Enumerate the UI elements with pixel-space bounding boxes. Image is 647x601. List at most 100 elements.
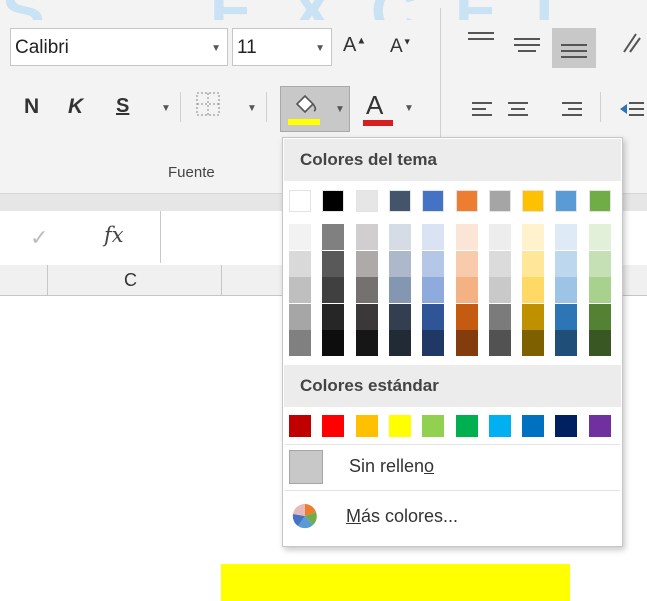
decrease-indent-icon[interactable] bbox=[618, 100, 644, 120]
theme-color-swatch[interactable] bbox=[488, 190, 511, 212]
standard-color-swatch[interactable] bbox=[388, 415, 411, 437]
theme-color-swatch[interactable] bbox=[422, 190, 445, 212]
theme-color-swatch[interactable] bbox=[322, 190, 345, 212]
underline-dropdown-icon[interactable]: ▼ bbox=[161, 103, 171, 114]
theme-shade-swatch[interactable] bbox=[422, 224, 445, 250]
align-bottom-button[interactable] bbox=[552, 28, 596, 68]
filled-cell-range[interactable] bbox=[221, 564, 570, 601]
fill-color-dropdown-icon[interactable]: ▼ bbox=[335, 104, 345, 115]
theme-shade-swatch[interactable] bbox=[289, 277, 311, 303]
theme-shade-swatch[interactable] bbox=[355, 277, 378, 303]
theme-shade-swatch[interactable] bbox=[388, 330, 411, 356]
theme-shade-swatch[interactable] bbox=[422, 330, 445, 356]
theme-shade-swatch[interactable] bbox=[588, 330, 611, 356]
theme-shade-swatch[interactable] bbox=[322, 330, 345, 356]
theme-shade-swatch[interactable] bbox=[422, 277, 445, 303]
align-left-icon[interactable] bbox=[472, 101, 494, 119]
theme-shade-swatch[interactable] bbox=[488, 303, 511, 330]
standard-color-swatch[interactable] bbox=[522, 415, 545, 437]
theme-color-swatch[interactable] bbox=[555, 190, 578, 212]
standard-color-swatch[interactable] bbox=[355, 415, 378, 437]
theme-color-swatch[interactable] bbox=[455, 190, 478, 212]
more-colors-menu-item[interactable]: Más colores... bbox=[284, 494, 621, 538]
standard-color-swatch[interactable] bbox=[488, 415, 511, 437]
theme-shade-swatch[interactable] bbox=[522, 303, 545, 330]
theme-shade-swatch[interactable] bbox=[355, 250, 378, 277]
theme-shade-swatch[interactable] bbox=[522, 277, 545, 303]
font-color-dropdown-icon[interactable]: ▼ bbox=[404, 103, 414, 114]
theme-color-swatch[interactable] bbox=[355, 190, 378, 212]
theme-shade-swatch[interactable] bbox=[455, 330, 478, 356]
standard-color-swatch[interactable] bbox=[289, 415, 311, 437]
underline-button[interactable]: S bbox=[116, 95, 129, 118]
chevron-down-icon[interactable]: ▼ bbox=[211, 43, 221, 54]
theme-shade-swatch[interactable] bbox=[322, 250, 345, 277]
theme-shade-swatch[interactable] bbox=[555, 224, 578, 250]
bold-button[interactable]: N bbox=[24, 95, 39, 119]
no-fill-menu-item[interactable]: Sin relleno bbox=[284, 446, 621, 488]
theme-shade-swatch[interactable] bbox=[289, 224, 311, 250]
theme-shade-swatch[interactable] bbox=[455, 250, 478, 277]
theme-shade-swatch[interactable] bbox=[289, 303, 311, 330]
theme-shade-swatch[interactable] bbox=[522, 330, 545, 356]
font-name-combo[interactable]: Calibri ▼ bbox=[10, 28, 228, 66]
theme-color-swatch[interactable] bbox=[289, 190, 311, 212]
standard-color-swatch[interactable] bbox=[588, 415, 611, 437]
theme-shade-swatch[interactable] bbox=[588, 303, 611, 330]
theme-shade-swatch[interactable] bbox=[455, 224, 478, 250]
theme-shade-swatch[interactable] bbox=[422, 303, 445, 330]
theme-shade-swatch[interactable] bbox=[555, 330, 578, 356]
borders-button[interactable] bbox=[196, 92, 220, 116]
fill-color-button[interactable]: ▼ bbox=[280, 86, 350, 132]
theme-shade-swatch[interactable] bbox=[355, 224, 378, 250]
align-right-icon[interactable] bbox=[562, 101, 584, 119]
font-size-combo[interactable]: 11 ▼ bbox=[232, 28, 332, 66]
chevron-down-icon[interactable]: ▼ bbox=[315, 43, 325, 54]
font-color-button[interactable]: A bbox=[362, 90, 398, 128]
theme-shade-swatch[interactable] bbox=[322, 277, 345, 303]
align-middle-icon[interactable] bbox=[514, 36, 540, 58]
theme-shade-swatch[interactable] bbox=[289, 330, 311, 356]
theme-shade-swatch[interactable] bbox=[322, 224, 345, 250]
theme-shade-swatch[interactable] bbox=[588, 224, 611, 250]
theme-shade-swatch[interactable] bbox=[555, 277, 578, 303]
theme-shade-swatch[interactable] bbox=[322, 303, 345, 330]
theme-color-swatch[interactable] bbox=[388, 190, 411, 212]
theme-shade-swatch[interactable] bbox=[488, 330, 511, 356]
theme-shade-swatch[interactable] bbox=[388, 224, 411, 250]
align-top-icon[interactable] bbox=[468, 30, 494, 52]
standard-color-swatch[interactable] bbox=[455, 415, 478, 437]
enter-checkmark-icon[interactable]: ✓ bbox=[30, 225, 48, 251]
insert-function-button[interactable]: fx bbox=[104, 223, 124, 247]
theme-shade-swatch[interactable] bbox=[388, 277, 411, 303]
theme-shade-swatch[interactable] bbox=[455, 277, 478, 303]
column-header-c[interactable]: C bbox=[124, 270, 137, 291]
theme-shade-swatch[interactable] bbox=[422, 250, 445, 277]
theme-color-swatch[interactable] bbox=[522, 190, 545, 212]
theme-color-swatch[interactable] bbox=[588, 190, 611, 212]
theme-shade-swatch[interactable] bbox=[488, 224, 511, 250]
theme-shade-swatch[interactable] bbox=[588, 250, 611, 277]
theme-shade-swatch[interactable] bbox=[388, 303, 411, 330]
theme-shade-swatch[interactable] bbox=[488, 277, 511, 303]
theme-shade-swatch[interactable] bbox=[555, 250, 578, 277]
align-center-icon[interactable] bbox=[508, 101, 530, 119]
increase-font-size-button[interactable]: A▲ bbox=[343, 34, 366, 57]
theme-shade-swatch[interactable] bbox=[388, 250, 411, 277]
theme-shade-swatch[interactable] bbox=[455, 303, 478, 330]
theme-shade-swatch[interactable] bbox=[488, 250, 511, 277]
theme-shade-swatch[interactable] bbox=[289, 250, 311, 277]
orientation-icon[interactable] bbox=[618, 30, 646, 58]
standard-color-swatch[interactable] bbox=[555, 415, 578, 437]
theme-shade-swatch[interactable] bbox=[522, 250, 545, 277]
borders-dropdown-icon[interactable]: ▼ bbox=[247, 103, 257, 114]
italic-button[interactable]: K bbox=[68, 95, 83, 119]
decrease-font-size-button[interactable]: A▼ bbox=[390, 36, 412, 58]
standard-color-swatch[interactable] bbox=[422, 415, 445, 437]
standard-color-swatch[interactable] bbox=[322, 415, 345, 437]
theme-shade-swatch[interactable] bbox=[555, 303, 578, 330]
theme-shade-swatch[interactable] bbox=[588, 277, 611, 303]
theme-shade-swatch[interactable] bbox=[355, 330, 378, 356]
theme-shade-swatch[interactable] bbox=[355, 303, 378, 330]
theme-shade-swatch[interactable] bbox=[522, 224, 545, 250]
